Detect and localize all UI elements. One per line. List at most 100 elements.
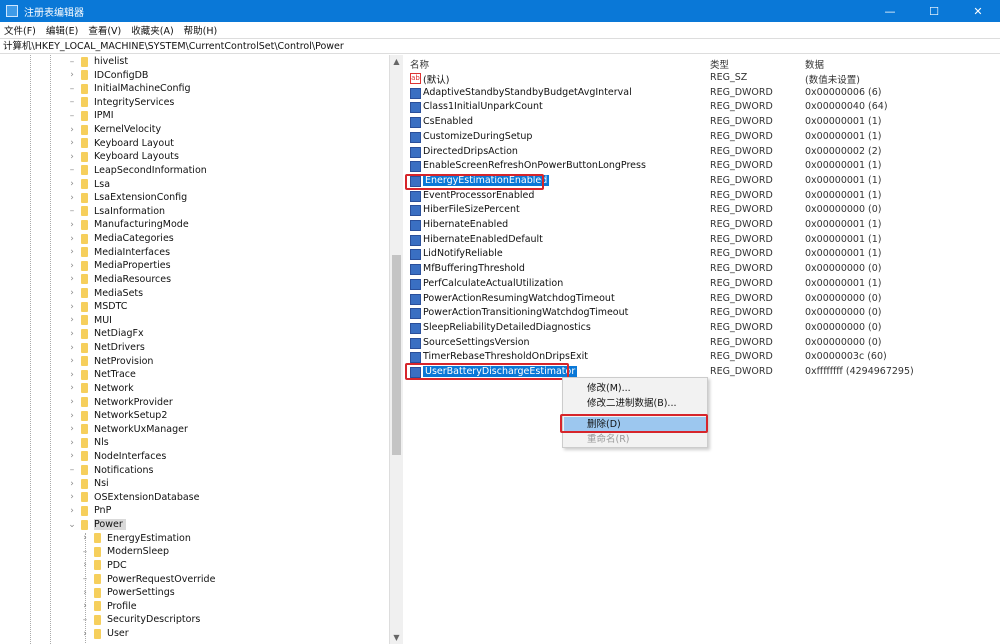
value-row[interactable]: LidNotifyReliable REG_DWORD 0x00000001 (1) [410,248,970,262]
chevron-right-icon[interactable]: › [67,288,77,298]
menu-file[interactable]: 文件(F) [4,23,36,37]
tree-item[interactable]: › User [80,627,128,640]
chevron-right-icon[interactable]: › [67,451,77,461]
tree-item[interactable]: › NetDrivers [67,341,145,354]
chevron-right-icon[interactable]: › [67,424,77,434]
tree-item[interactable]: › LsaExtensionConfig [67,191,187,204]
tree-item[interactable]: › NodeInterfaces [67,450,166,463]
chevron-right-icon[interactable]: › [67,274,77,284]
tree-item[interactable]: › NetDiagFx [67,327,143,340]
value-row[interactable]: HibernateEnabled REG_DWORD 0x00000001 (1) [410,219,970,233]
tree-item[interactable]: › Nsi [67,477,109,490]
value-row[interactable]: SourceSettingsVersion REG_DWORD 0x00000000… [410,337,970,351]
maximize-button[interactable]: ☐ [912,0,956,22]
tree-item[interactable]: › Profile [80,600,136,613]
tree-item[interactable]: › Keyboard Layouts [67,150,179,163]
tree-item[interactable]: – Notifications [67,464,154,477]
tree-item[interactable]: › NetProvision [67,355,153,368]
chevron-right-icon[interactable]: › [67,370,77,380]
chevron-right-icon[interactable]: › [80,588,90,598]
minimize-button[interactable]: — [868,0,912,22]
chevron-right-icon[interactable]: › [67,234,77,244]
menu-view[interactable]: 查看(V) [88,23,121,37]
menu-edit[interactable]: 编辑(E) [46,23,78,37]
tree-item[interactable]: › PowerSettings [80,586,175,599]
tree-item[interactable]: › OSExtensionDatabase [67,491,199,504]
chevron-right-icon[interactable]: › [67,383,77,393]
chevron-right-icon[interactable]: › [67,247,77,257]
scroll-down-icon[interactable]: ▼ [390,633,403,642]
tree-item[interactable]: › MediaProperties [67,259,170,272]
tree-item[interactable]: – LsaInformation [67,205,165,218]
value-row[interactable]: DirectedDripsAction REG_DWORD 0x00000002 (… [410,146,970,160]
chevron-right-icon[interactable]: › [80,533,90,543]
chevron-right-icon[interactable]: › [67,329,77,339]
tree-item[interactable]: – InitialMachineConfig [67,82,191,95]
value-row[interactable]: CsEnabled REG_DWORD 0x00000001 (1) [410,116,970,130]
chevron-right-icon[interactable]: › [67,343,77,353]
chevron-right-icon[interactable]: › [80,629,90,639]
tree-item[interactable]: › PnP [67,504,111,517]
chevron-right-icon[interactable]: › [67,302,77,312]
chevron-right-icon[interactable]: › [67,220,77,230]
chevron-right-icon[interactable]: › [67,315,77,325]
menu-item-modify-binary[interactable]: 修改二进制数据(B)... [564,396,706,411]
tree-item[interactable]: – hivelist [67,55,128,68]
tree-item[interactable]: › MSDTC [67,300,127,313]
scroll-up-icon[interactable]: ▲ [390,57,403,66]
menu-help[interactable]: 帮助(H) [184,23,218,37]
tree-item[interactable]: › NetTrace [67,368,136,381]
tree-item[interactable]: › NetworkSetup2 [67,409,167,422]
chevron-right-icon[interactable]: › [80,601,90,611]
chevron-right-icon[interactable]: › [67,70,77,80]
tree-item[interactable]: › MediaSets [67,287,143,300]
chevron-right-icon[interactable]: › [67,152,77,162]
menu-favorites[interactable]: 收藏夹(A) [131,23,173,37]
close-button[interactable]: ✕ [956,0,1000,22]
tree-item[interactable]: – PowerRequestOverride [80,573,216,586]
column-name[interactable]: 名称 [410,57,429,71]
chevron-right-icon[interactable]: › [67,506,77,516]
chevron-right-icon[interactable]: › [67,261,77,271]
value-row[interactable]: AdaptiveStandbyStandbyBudgetAvgInterval R… [410,87,970,101]
tree-item[interactable]: – LeapSecondInformation [67,164,207,177]
value-row[interactable]: EventProcessorEnabled REG_DWORD 0x00000001… [410,190,970,204]
address-bar[interactable]: 计算机\HKEY_LOCAL_MACHINE\SYSTEM\CurrentCon… [0,38,1000,54]
tree-item[interactable]: › MediaResources [67,273,171,286]
value-row[interactable]: ab (默认) REG_SZ (数值未设置) [410,72,970,86]
column-type[interactable]: 类型 [710,57,729,71]
chevron-right-icon[interactable]: › [67,356,77,366]
tree-item[interactable]: › PDC [80,559,127,572]
tree-item[interactable]: – ModernSleep [80,545,169,558]
tree-item[interactable]: ⌄ Power [67,518,126,531]
value-row[interactable]: HibernateEnabledDefault REG_DWORD 0x000000… [410,234,970,248]
chevron-right-icon[interactable]: › [67,193,77,203]
value-row[interactable]: CustomizeDuringSetup REG_DWORD 0x00000001 … [410,131,970,145]
tree-item[interactable]: › MediaCategories [67,232,174,245]
value-row[interactable]: EnableScreenRefreshOnPowerButtonLongPres… [410,160,970,174]
value-row[interactable]: Class1InitialUnparkCount REG_DWORD 0x00000… [410,101,970,115]
tree-item[interactable]: – SecurityDescriptors [80,613,201,626]
menu-item-modify[interactable]: 修改(M)... [564,381,706,396]
tree-item[interactable]: › KernelVelocity [67,123,161,136]
chevron-right-icon[interactable]: › [67,179,77,189]
value-row[interactable]: SleepReliabilityDetailedDiagnostics REG_D… [410,322,970,336]
chevron-right-icon[interactable]: › [67,492,77,502]
value-row[interactable]: MfBufferingThreshold REG_DWORD 0x00000000 … [410,263,970,277]
tree-item[interactable]: › MediaInterfaces [67,246,170,259]
tree-item[interactable]: › NetworkProvider [67,396,173,409]
tree-item[interactable]: › IDConfigDB [67,69,148,82]
tree-item[interactable]: › Lsa [67,178,110,191]
chevron-down-icon[interactable]: ⌄ [67,520,77,530]
tree-item[interactable]: › Keyboard Layout [67,137,174,150]
value-row[interactable]: PerfCalculateActualUtilization REG_DWORD 0… [410,278,970,292]
chevron-right-icon[interactable]: › [67,125,77,135]
chevron-right-icon[interactable]: › [67,138,77,148]
scroll-thumb[interactable] [392,255,401,455]
value-row[interactable]: HiberFileSizePercent REG_DWORD 0x00000000 … [410,204,970,218]
tree-item[interactable]: › Nls [67,436,109,449]
tree-item[interactable]: › ManufacturingMode [67,218,189,231]
tree-item[interactable]: › NetworkUxManager [67,423,188,436]
chevron-right-icon[interactable]: › [67,479,77,489]
value-row[interactable]: PowerActionResumingWatchdogTimeout REG_DW… [410,293,970,307]
